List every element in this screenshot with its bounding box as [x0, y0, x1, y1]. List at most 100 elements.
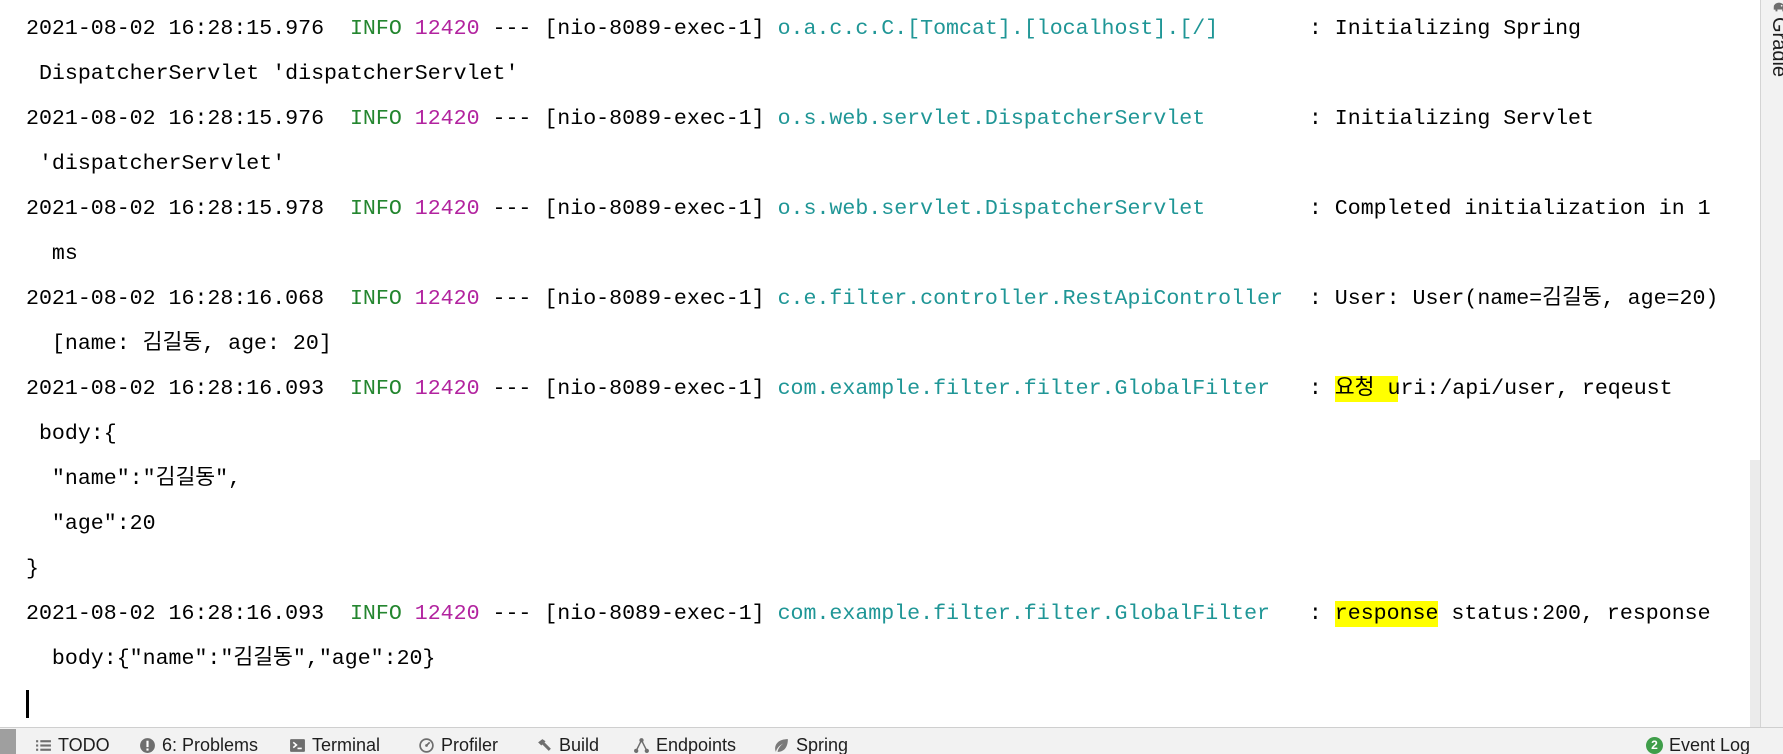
- log-message-continuation: DispatcherServlet 'dispatcherServlet': [38, 61, 519, 86]
- log-timestamp: 2021-08-02 16:28:16.093: [26, 376, 325, 401]
- endpoints-button[interactable]: Endpoints: [633, 731, 736, 754]
- problems-label: 6: Problems: [162, 735, 259, 754]
- highlighted-text: response: [1334, 600, 1439, 627]
- log-message-continuation: "name":"김길동",: [51, 466, 242, 491]
- log-continuation-line: }: [0, 546, 1749, 591]
- log-message: uri:/api/user, reqeust: [1387, 376, 1673, 401]
- log-message-continuation: body:{"name":"김길동","age":20}: [51, 646, 436, 671]
- log-separator: ---: [492, 376, 532, 401]
- log-pid: 12420: [414, 376, 480, 401]
- log-logger: o.a.c.c.C.[Tomcat].[localhost].[/]: [777, 16, 1219, 41]
- log-message: Initializing Spring: [1334, 16, 1582, 41]
- event-log-badge-icon: 2: [1646, 736, 1663, 754]
- log-continuation-line: DispatcherServlet 'dispatcherServlet': [0, 51, 1749, 96]
- log-message: Completed initialization in 1: [1334, 196, 1711, 221]
- gradle-label: Gradle: [1768, 17, 1783, 78]
- log-message: status:200, response: [1438, 601, 1711, 626]
- log-separator: ---: [492, 106, 532, 131]
- log-entry-line: 2021-08-02 16:28:15.976 INFO 12420 --- [nio-…: [0, 6, 1749, 51]
- log-continuation-line: 'dispatcherServlet': [0, 141, 1749, 186]
- log-pid: 12420: [414, 106, 480, 131]
- terminal-icon: [289, 737, 306, 754]
- log-level: INFO: [349, 286, 402, 311]
- spring-leaf-icon: [773, 737, 790, 754]
- log-continuation-line: body:{: [0, 411, 1749, 456]
- vertical-scrollbar[interactable]: [1749, 0, 1760, 727]
- log-colon: :: [1308, 376, 1322, 401]
- log-timestamp: 2021-08-02 16:28:16.068: [26, 286, 325, 311]
- log-level: INFO: [349, 376, 402, 401]
- endpoints-label: Endpoints: [656, 735, 737, 754]
- build-label: Build: [559, 735, 600, 754]
- log-timestamp: 2021-08-02 16:28:16.093: [26, 601, 325, 626]
- console-output[interactable]: 2021-08-02 16:28:15.976 INFO 12420 --- [nio-…: [0, 0, 1749, 727]
- log-colon: :: [1308, 286, 1322, 311]
- gradle-tool-button[interactable]: Gradle: [1768, 0, 1783, 78]
- terminal-button[interactable]: Terminal: [289, 731, 380, 754]
- log-colon: :: [1308, 196, 1322, 221]
- build-hammer-icon: [536, 737, 553, 754]
- log-message: User: User(name=김길동, age=20): [1334, 286, 1719, 311]
- log-logger: com.example.filter.filter.GlobalFilter: [777, 376, 1271, 401]
- log-thread: [nio-8089-exec-1]: [544, 601, 765, 626]
- log-message-continuation: body:{: [38, 421, 117, 446]
- build-button[interactable]: Build: [536, 731, 599, 754]
- log-entry-line: 2021-08-02 16:28:15.978 INFO 12420 --- [nio-…: [0, 186, 1749, 231]
- tool-windows-toggle-icon[interactable]: [0, 729, 16, 754]
- log-entry-line: 2021-08-02 16:28:15.976 INFO 12420 --- [nio-…: [0, 96, 1749, 141]
- log-colon: :: [1308, 601, 1322, 626]
- problems-button[interactable]: 6: Problems: [139, 731, 258, 754]
- log-pid: 12420: [414, 601, 480, 626]
- log-pid: 12420: [414, 286, 480, 311]
- log-entry-line: 2021-08-02 16:28:16.093 INFO 12420 --- [nio-…: [0, 366, 1749, 411]
- log-logger: com.example.filter.filter.GlobalFilter: [777, 601, 1271, 626]
- event-log-button[interactable]: 2 Event Log: [1646, 731, 1750, 754]
- log-logger: o.s.web.servlet.DispatcherServlet: [777, 106, 1206, 131]
- bottom-tool-window-bar: TODO 6: Problems Terminal Profiler Build…: [0, 727, 1783, 754]
- right-tool-window-bar: Gradle: [1760, 0, 1783, 727]
- log-level: INFO: [349, 196, 402, 221]
- gradle-elephant-icon: [1769, 0, 1783, 14]
- log-message-continuation: ms: [51, 241, 78, 266]
- log-thread: [nio-8089-exec-1]: [544, 196, 765, 221]
- log-separator: ---: [492, 286, 532, 311]
- endpoints-icon: [633, 737, 650, 754]
- log-message-continuation: [name: 김길동, age: 20]: [51, 331, 332, 356]
- log-message-continuation: "age":20: [51, 511, 156, 536]
- log-separator: ---: [492, 601, 532, 626]
- event-log-label: Event Log: [1669, 735, 1751, 754]
- scrollbar-thumb[interactable]: [1750, 460, 1760, 727]
- todo-list-icon: [35, 737, 52, 754]
- log-timestamp: 2021-08-02 16:28:15.976: [26, 16, 325, 41]
- log-separator: ---: [492, 16, 532, 41]
- log-timestamp: 2021-08-02 16:28:15.976: [26, 106, 325, 131]
- log-pid: 12420: [414, 16, 480, 41]
- log-colon: :: [1308, 16, 1322, 41]
- spring-label: Spring: [796, 735, 849, 754]
- log-continuation-line: "age":20: [0, 501, 1749, 546]
- log-level: INFO: [349, 601, 402, 626]
- profiler-icon: [418, 737, 435, 754]
- log-message: Initializing Servlet: [1334, 106, 1594, 131]
- text-cursor: [26, 690, 29, 718]
- log-entry-line: 2021-08-02 16:28:16.093 INFO 12420 --- [nio-…: [0, 591, 1749, 636]
- terminal-label: Terminal: [312, 735, 381, 754]
- log-timestamp: 2021-08-02 16:28:15.978: [26, 196, 325, 221]
- spring-button[interactable]: Spring: [773, 731, 848, 754]
- todo-label: TODO: [58, 735, 110, 754]
- todo-button[interactable]: TODO: [35, 731, 110, 754]
- log-continuation-line: ms: [0, 231, 1749, 276]
- log-message-continuation: 'dispatcherServlet': [38, 151, 286, 176]
- log-logger: c.e.filter.controller.RestApiController: [777, 286, 1283, 311]
- log-continuation-line: "name":"김길동",: [0, 456, 1749, 501]
- log-thread: [nio-8089-exec-1]: [544, 376, 765, 401]
- problems-icon: [139, 737, 156, 754]
- log-entry-line: 2021-08-02 16:28:16.068 INFO 12420 --- [nio-…: [0, 276, 1749, 321]
- log-thread: [nio-8089-exec-1]: [544, 106, 765, 131]
- log-logger: o.s.web.servlet.DispatcherServlet: [777, 196, 1206, 221]
- profiler-button[interactable]: Profiler: [418, 731, 498, 754]
- log-thread: [nio-8089-exec-1]: [544, 16, 765, 41]
- highlighted-text: 요청: [1334, 375, 1388, 402]
- log-separator: ---: [492, 196, 532, 221]
- log-colon: :: [1308, 106, 1322, 131]
